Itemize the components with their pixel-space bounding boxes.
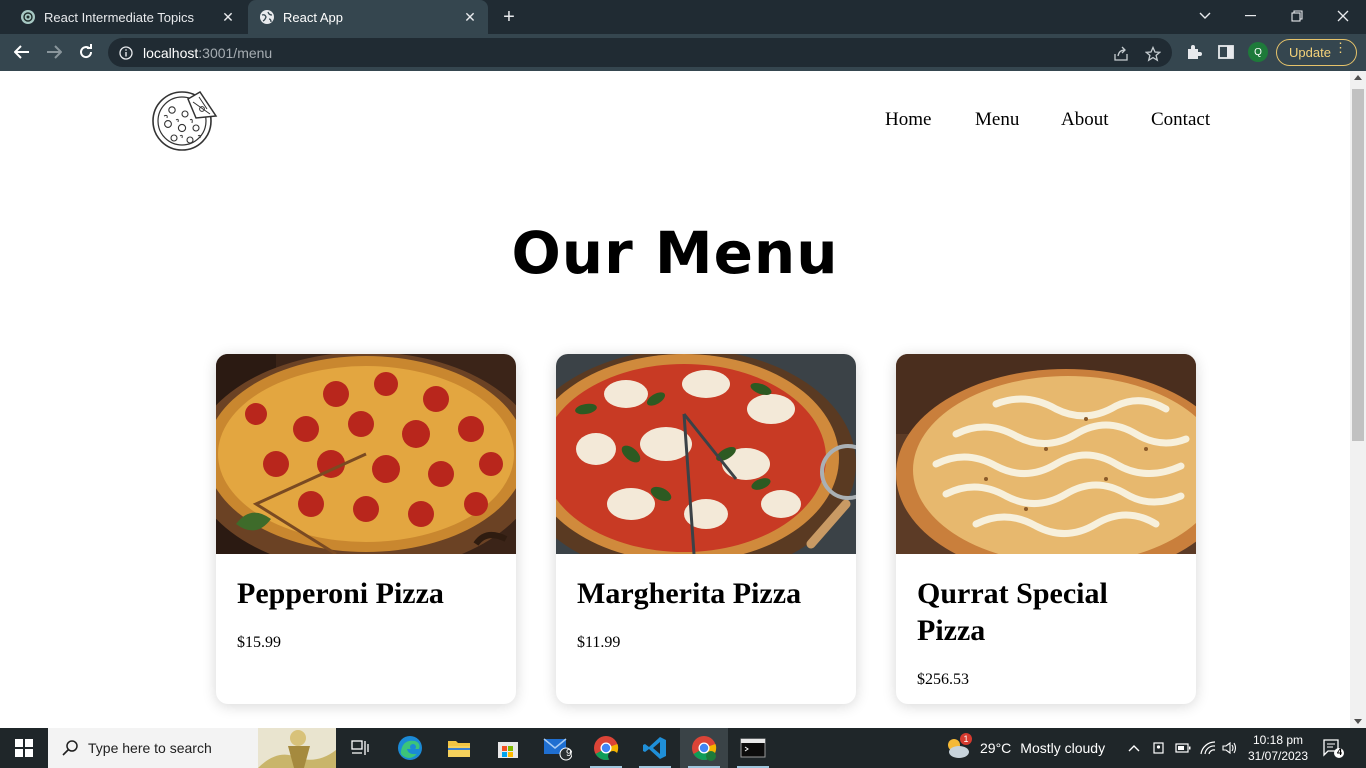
nav-link-contact[interactable]: Contact (1151, 109, 1210, 131)
tab-react-app[interactable]: React App ✕ (248, 0, 488, 34)
update-button[interactable]: Update ⋮ (1276, 39, 1357, 66)
volume-icon[interactable] (1220, 728, 1240, 768)
battery-icon[interactable] (1173, 728, 1193, 768)
update-label: Update (1289, 45, 1331, 60)
extensions-puzzle-icon[interactable] (1184, 42, 1204, 62)
notification-center-icon[interactable]: 4 (1322, 738, 1344, 758)
chrome-icon[interactable] (582, 728, 630, 768)
terminal-icon[interactable] (729, 728, 777, 768)
search-highlight-art-icon (258, 728, 336, 768)
menu-item-name: Qurrat Special Pizza (917, 577, 1108, 647)
side-panel-icon[interactable] (1216, 42, 1236, 62)
browser-tab-bar: React Intermediate Topics ✕ React App ✕ … (0, 0, 1366, 34)
file-explorer-icon[interactable] (435, 728, 483, 768)
main-nav: Home Menu About Contact (0, 109, 1350, 135)
page-viewport: Home Menu About Contact Our Menu Peppero… (0, 71, 1350, 728)
menu-item-card[interactable]: Pepperoni Pizza $15.99 (216, 354, 516, 704)
mail-icon[interactable]: 9 (533, 728, 581, 768)
back-arrow-icon[interactable] (8, 38, 36, 66)
nav-link-menu[interactable]: Menu (975, 109, 1019, 131)
minimize-icon[interactable] (1228, 0, 1274, 32)
menu-item-card[interactable]: Margherita Pizza $11.99 (556, 354, 856, 704)
wifi-icon[interactable] (1198, 728, 1218, 768)
tab-title: React Intermediate Topics (44, 9, 195, 25)
close-tab-icon[interactable]: ✕ (216, 5, 240, 29)
tab-title: React App (283, 9, 343, 25)
new-tab-button[interactable]: + (496, 5, 522, 29)
reload-icon[interactable] (72, 38, 100, 66)
edge-browser-icon[interactable] (386, 728, 434, 768)
chrome-profile-icon[interactable] (680, 728, 728, 768)
share-icon[interactable] (1112, 45, 1130, 63)
microsoft-store-icon[interactable] (484, 728, 532, 768)
scroll-up-arrow-icon[interactable] (1354, 75, 1362, 80)
task-view-icon[interactable] (336, 728, 384, 768)
browser-toolbar: localhost:3001/menu Q Update ⋮ (0, 34, 1366, 71)
menu-item-name: Margherita Pizza (577, 577, 802, 610)
cloudy-weather-icon: 1 (944, 733, 972, 761)
menu-item-price: $256.53 (917, 671, 969, 688)
tab-search-chevron-icon[interactable] (1182, 0, 1228, 32)
mail-badge: 9 (566, 748, 572, 759)
forward-arrow-icon[interactable] (40, 38, 68, 66)
vscode-icon[interactable] (631, 728, 679, 768)
scroll-down-arrow-icon[interactable] (1354, 719, 1362, 724)
system-clock[interactable]: 10:18 pm 31/07/2023 (1244, 732, 1312, 764)
clock-date: 31/07/2023 (1247, 749, 1309, 763)
more-menu-icon[interactable]: ⋮ (1334, 41, 1347, 54)
weather-temperature: 29°C (980, 740, 1012, 756)
close-window-icon[interactable] (1320, 0, 1366, 32)
url-host: localhost (143, 44, 199, 61)
taskbar-search-input[interactable]: Type here to search (48, 728, 336, 768)
url-path: :3001/menu (198, 44, 273, 61)
nav-link-home[interactable]: Home (885, 109, 931, 131)
notification-count: 4 (1336, 747, 1342, 757)
nav-link-about[interactable]: About (1061, 109, 1109, 131)
site-info-icon[interactable] (119, 45, 133, 60)
restore-icon[interactable] (1274, 0, 1320, 32)
url-text: localhost:3001/menu (143, 45, 272, 61)
profile-avatar[interactable]: Q (1248, 42, 1268, 62)
weather-widget[interactable]: 1 29°C Mostly cloudy (944, 728, 1105, 768)
page-scrollbar[interactable] (1350, 71, 1366, 728)
special-pizza-image (896, 354, 1196, 579)
menu-item-price: $15.99 (237, 634, 281, 651)
chatgpt-icon (20, 9, 36, 25)
bookmark-star-icon[interactable] (1144, 45, 1162, 63)
menu-item-price: $11.99 (577, 634, 621, 651)
menu-item-name: Pepperoni Pizza (237, 577, 444, 610)
weather-badge: 1 (960, 733, 972, 745)
globe-icon (259, 9, 275, 25)
tab-react-intermediate-topics[interactable]: React Intermediate Topics ✕ (8, 0, 246, 34)
windows-taskbar: Type here to search 9 1 29°C Mostly clou… (0, 728, 1366, 768)
weather-text: Mostly cloudy (1020, 740, 1106, 756)
address-bar[interactable]: localhost:3001/menu (108, 38, 1172, 67)
margherita-pizza-image (556, 354, 856, 579)
search-icon (62, 740, 78, 756)
menu-item-card[interactable]: Qurrat Special Pizza $256.53 (896, 354, 1196, 704)
search-placeholder: Type here to search (88, 740, 212, 756)
windows-start-icon[interactable] (0, 728, 48, 768)
page-title: Our Menu (511, 219, 839, 287)
scrollbar-thumb[interactable] (1352, 89, 1364, 441)
show-hidden-icons-chevron-icon[interactable] (1126, 728, 1142, 768)
close-tab-icon[interactable]: ✕ (458, 5, 482, 29)
pepperoni-pizza-image (216, 354, 516, 572)
meet-now-icon[interactable] (1150, 728, 1168, 768)
clock-time: 10:18 pm (1252, 733, 1304, 747)
